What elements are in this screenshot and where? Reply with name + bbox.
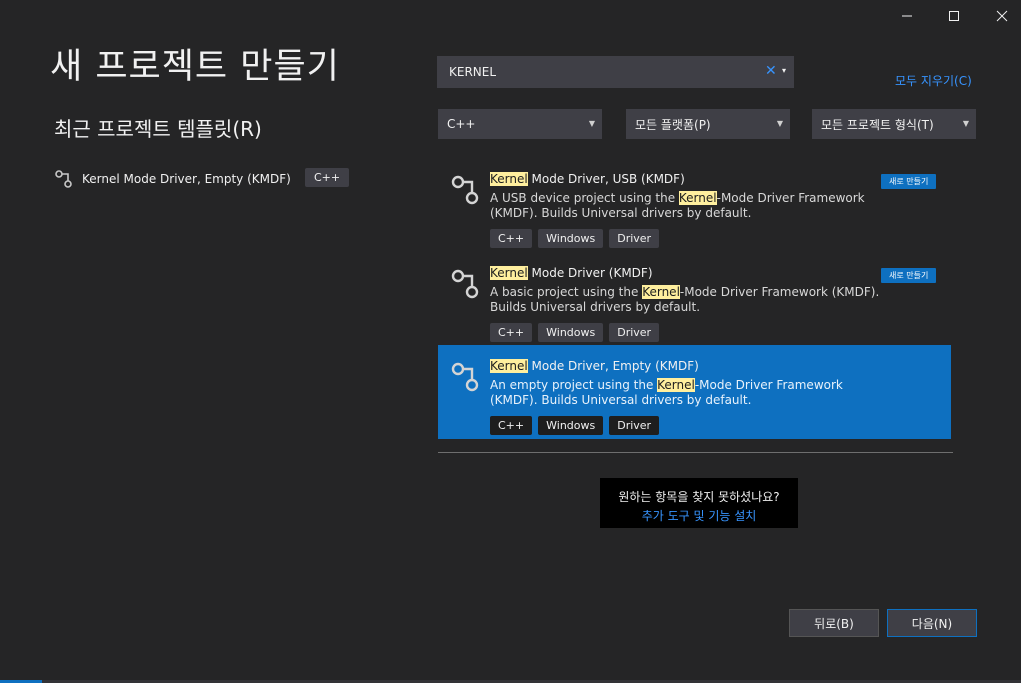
- template-description: An empty project using the Kernel-Mode D…: [490, 378, 890, 408]
- template-tags: C++ Windows Driver: [490, 416, 660, 435]
- driver-template-icon: [55, 170, 72, 188]
- back-button[interactable]: 뒤로(B): [789, 609, 879, 637]
- template-tag: Driver: [609, 323, 660, 342]
- clear-all-link[interactable]: 모두 지우기(C): [895, 72, 972, 89]
- search-highlight: Kernel: [490, 266, 528, 280]
- search-highlight: Kernel: [657, 378, 695, 392]
- template-name-rest: Mode Driver, USB (KMDF): [527, 172, 685, 186]
- project-type-filter[interactable]: 모든 프로젝트 형식(T) ▼: [812, 109, 976, 139]
- chevron-down-icon: ▼: [588, 119, 595, 128]
- chevron-down-icon: ▼: [962, 119, 969, 128]
- minimize-button[interactable]: [884, 0, 930, 32]
- template-tag: Windows: [538, 229, 604, 248]
- maximize-icon: [949, 11, 959, 21]
- template-name-rest: Mode Driver, Empty (KMDF): [527, 359, 699, 373]
- search-highlight: Kernel: [490, 172, 528, 186]
- recent-template-item[interactable]: Kernel Mode Driver, Empty (KMDF) C++: [54, 166, 354, 192]
- template-description-start: A USB device project using the: [490, 191, 679, 205]
- close-button[interactable]: [979, 0, 1021, 32]
- driver-template-icon: [451, 175, 479, 205]
- minimize-icon: [902, 15, 912, 17]
- list-divider: [438, 452, 953, 453]
- template-search: ✕ ▾: [437, 56, 794, 88]
- close-icon: [996, 10, 1008, 22]
- page-title: 새 프로젝트 만들기: [50, 47, 340, 87]
- search-highlight: Kernel: [678, 191, 717, 205]
- driver-template-icon: [451, 269, 479, 299]
- template-name: Kernel Mode Driver, Empty (KMDF): [490, 359, 699, 373]
- language-filter-value: C++: [447, 117, 476, 131]
- template-description: A basic project using the Kernel-Mode Dr…: [490, 285, 890, 315]
- template-item[interactable]: Kernel Mode Driver, Empty (KMDF) An empty…: [438, 345, 951, 439]
- recent-template-language-badge: C++: [305, 168, 350, 187]
- next-button[interactable]: 다음(N): [887, 609, 977, 637]
- clear-search-icon[interactable]: ✕: [765, 63, 777, 79]
- template-item[interactable]: Kernel Mode Driver (KMDF) A basic project…: [438, 252, 951, 346]
- template-name: Kernel Mode Driver, USB (KMDF): [490, 172, 685, 186]
- template-tag: C++: [490, 229, 533, 248]
- template-description-start: An empty project using the: [490, 378, 658, 392]
- template-tag: Driver: [609, 416, 660, 435]
- new-badge: 새로 만들기: [881, 174, 937, 189]
- search-highlight: Kernel: [642, 285, 680, 299]
- template-item[interactable]: Kernel Mode Driver, USB (KMDF) A USB devi…: [438, 158, 951, 252]
- template-tags: C++ Windows Driver: [490, 323, 660, 342]
- driver-template-icon: [451, 362, 479, 392]
- maximize-button[interactable]: [931, 0, 977, 32]
- template-name: Kernel Mode Driver (KMDF): [490, 266, 653, 280]
- language-filter[interactable]: C++ ▼: [438, 109, 602, 139]
- template-tag: Windows: [538, 416, 604, 435]
- search-history-dropdown-icon[interactable]: ▾: [782, 66, 786, 75]
- template-description: A USB device project using the Kernel-Mo…: [490, 191, 890, 221]
- template-tag: Windows: [538, 323, 604, 342]
- project-type-filter-value: 모든 프로젝트 형식(T): [821, 117, 934, 132]
- search-highlight: Kernel: [490, 359, 528, 373]
- template-tag: Driver: [609, 229, 660, 248]
- template-tag: C++: [490, 416, 533, 435]
- search-input[interactable]: [437, 56, 757, 88]
- template-description-start: A basic project using the: [490, 285, 643, 299]
- install-tools-link[interactable]: 추가 도구 및 기능 설치: [600, 507, 798, 524]
- template-tag: C++: [490, 323, 533, 342]
- not-found-question: 원하는 항목을 찾지 못하셨나요?: [618, 490, 780, 504]
- chevron-down-icon: ▼: [776, 119, 783, 128]
- template-name-rest: Mode Driver (KMDF): [527, 266, 653, 280]
- platform-filter[interactable]: 모든 플랫폼(P) ▼: [626, 109, 790, 139]
- new-badge: 새로 만들기: [881, 268, 937, 283]
- template-tags: C++ Windows Driver: [490, 229, 660, 248]
- not-found-panel: 원하는 항목을 찾지 못하셨나요? 추가 도구 및 기능 설치: [600, 478, 798, 528]
- platform-filter-value: 모든 플랫폼(P): [635, 117, 711, 132]
- recent-template-name: Kernel Mode Driver, Empty (KMDF): [82, 172, 291, 186]
- recent-templates-heading: 최근 프로젝트 템플릿(R): [54, 117, 262, 141]
